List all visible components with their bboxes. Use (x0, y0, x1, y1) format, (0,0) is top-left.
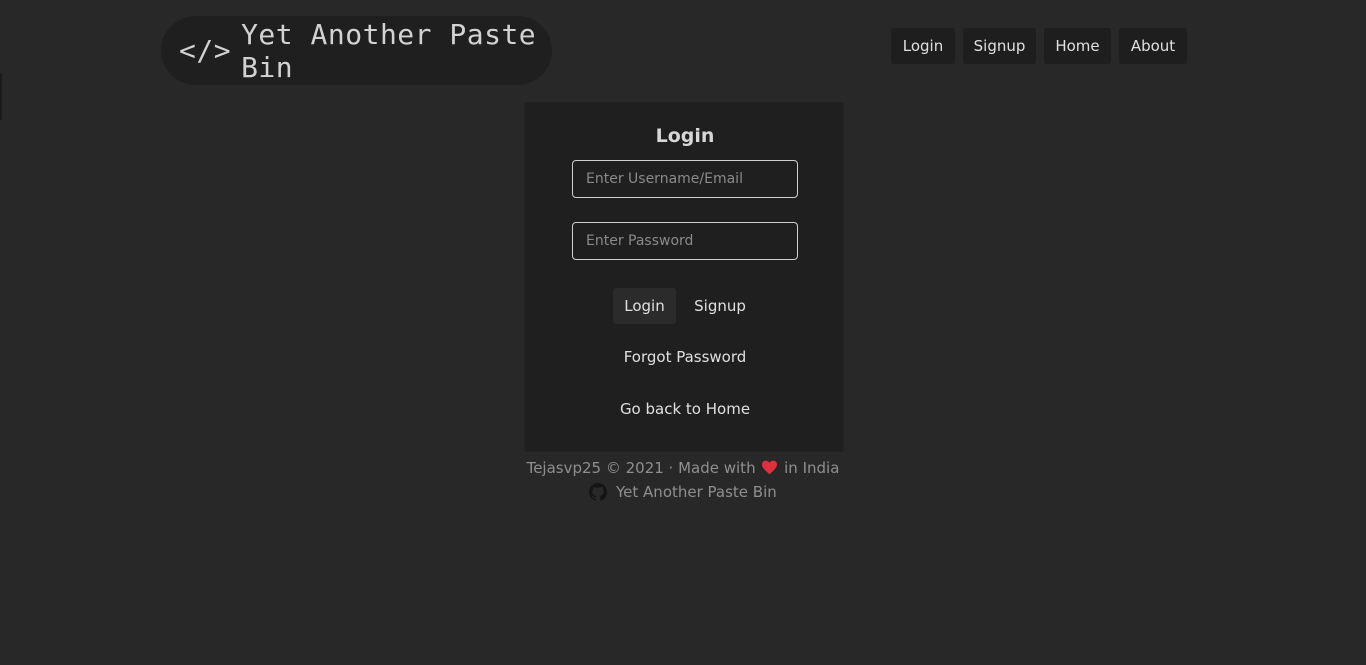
top-nav: Login Signup Home About (0, 28, 1366, 64)
forgot-password-link[interactable]: Forgot Password (525, 348, 845, 366)
heart-icon (762, 460, 778, 475)
nav-login-button[interactable]: Login (891, 28, 955, 64)
copyright-suffix: in India (784, 459, 840, 477)
nav-home-button[interactable]: Home (1044, 28, 1111, 64)
repo-link[interactable]: Yet Another Paste Bin (616, 483, 777, 501)
nav-about-button[interactable]: About (1119, 28, 1187, 64)
login-title: Login (655, 125, 715, 147)
page: </> Yet Another Paste Bin Login Signup H… (0, 0, 1366, 665)
left-edge-strip (0, 73, 2, 120)
footer-copyright: Tejasvp25 © 2021 · Made with in India (0, 459, 1366, 477)
nav-signup-button[interactable]: Signup (963, 28, 1036, 64)
footer-repo[interactable]: Yet Another Paste Bin (0, 483, 1366, 501)
github-icon (589, 483, 608, 501)
copyright-prefix: Tejasvp25 © 2021 · Made with (526, 459, 756, 477)
signup-button[interactable]: Signup (688, 288, 752, 324)
back-home-link[interactable]: Go back to Home (525, 400, 845, 418)
username-input[interactable] (572, 160, 798, 198)
password-input[interactable] (572, 222, 798, 260)
login-card: Login Login Signup Forgot Password Go ba… (524, 102, 844, 452)
login-button[interactable]: Login (613, 288, 676, 324)
